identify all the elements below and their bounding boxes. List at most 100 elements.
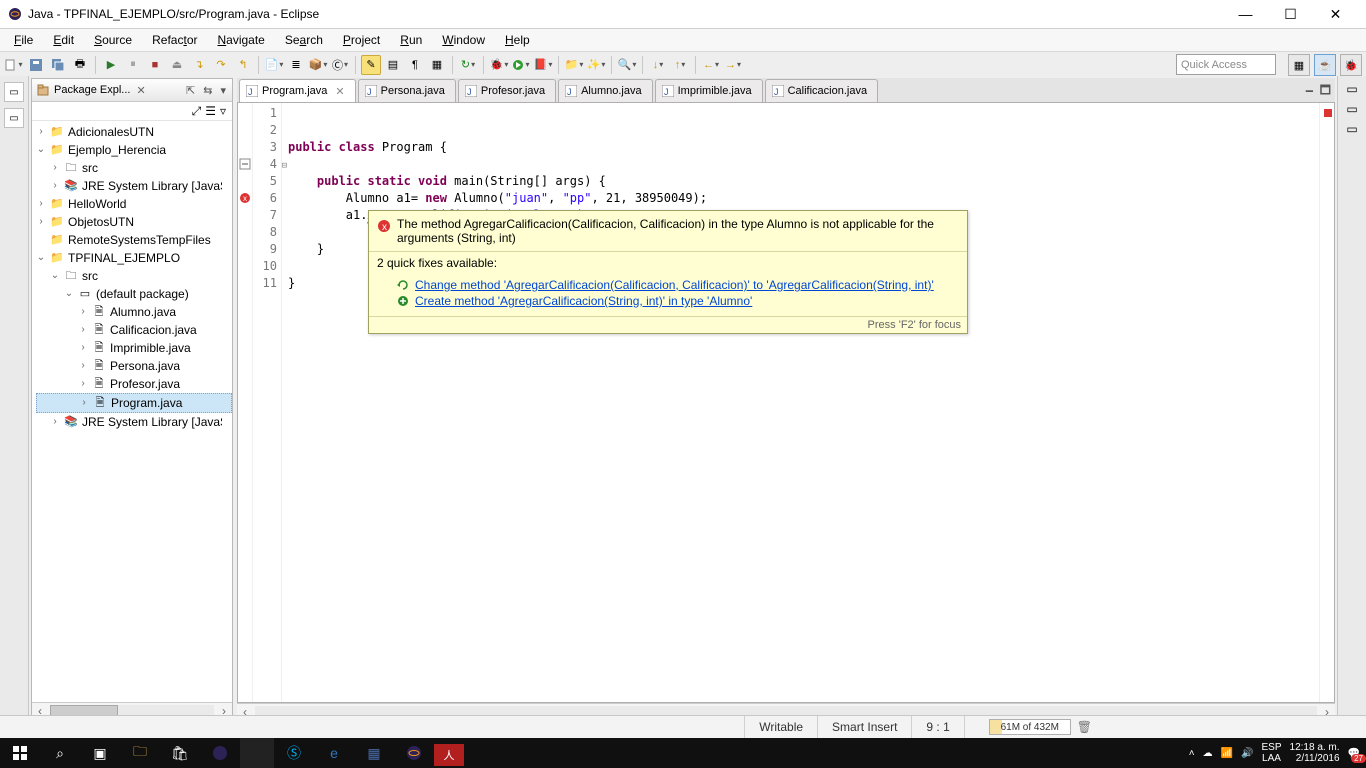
open-type-button[interactable]: 📄 — [264, 55, 284, 75]
back-button[interactable]: ← — [701, 55, 721, 75]
show-grid-button[interactable]: ▦ — [427, 55, 447, 75]
editor-tab-program[interactable]: J Program.java ✕ — [239, 79, 356, 102]
toggle-block-button[interactable]: ▤ — [383, 55, 403, 75]
toggle-mark-button[interactable]: ✎ — [361, 55, 381, 75]
tree-item[interactable]: JRE System Library [JavaSE-1.8] — [82, 177, 222, 195]
quickfix-change-method[interactable]: Change method 'AgregarCalificacion(Calif… — [397, 278, 959, 292]
tab-close-icon[interactable]: ✕ — [136, 84, 145, 97]
debug-pause-button[interactable]: ⏸ — [123, 55, 143, 75]
tree-item-selected[interactable]: Program.java — [111, 394, 182, 412]
editor-tab-profesor[interactable]: JProfesor.java — [458, 79, 556, 102]
fold-expand-icon[interactable] — [239, 158, 251, 170]
menu-window[interactable]: Window — [432, 31, 495, 49]
minimized-view-button-e[interactable]: ▭ — [1346, 122, 1357, 136]
eclipse2-button[interactable] — [394, 738, 434, 768]
overview-ruler[interactable] — [1319, 103, 1334, 702]
taskview-button[interactable]: ▣ — [80, 738, 120, 768]
menu-help[interactable]: Help — [495, 31, 540, 49]
show-whitespace-button[interactable]: ¶ — [405, 55, 425, 75]
maximize-view-button[interactable]: 🗖 — [1320, 81, 1331, 102]
new-class-button[interactable]: Ⓒ — [330, 55, 350, 75]
tree-item[interactable]: src — [82, 159, 98, 177]
menu-search[interactable]: Search — [275, 31, 333, 49]
adobe-reader-button[interactable]: 人 — [434, 744, 464, 766]
java-perspective-button[interactable]: ☕ — [1314, 54, 1336, 76]
menu-run[interactable]: Run — [390, 31, 432, 49]
editor-tab-alumno[interactable]: JAlumno.java — [558, 79, 653, 102]
next-annotation-button[interactable]: ↓ — [648, 55, 668, 75]
app1-button[interactable] — [240, 738, 274, 768]
tray-region[interactable]: LAA — [1262, 753, 1282, 764]
menu-refactor[interactable]: Refactor — [142, 31, 207, 49]
close-icon[interactable]: ✕ — [335, 85, 344, 98]
minimize-button[interactable]: — — [1223, 0, 1268, 28]
minimized-view-button-d[interactable]: ▭ — [1346, 102, 1357, 116]
minimized-view-button-b[interactable]: ▭ — [4, 108, 24, 128]
tree-item[interactable]: Persona.java — [110, 357, 180, 375]
build-button[interactable]: ↻ — [458, 55, 478, 75]
debug-button[interactable]: 🐞 — [489, 55, 509, 75]
new-button[interactable] — [4, 55, 24, 75]
step-over-button[interactable]: ↷ — [211, 55, 231, 75]
run-button[interactable] — [511, 55, 531, 75]
debug-perspective-button[interactable]: 🐞 — [1340, 54, 1362, 76]
new-java-button[interactable]: 📦 — [308, 55, 328, 75]
new-package-button[interactable]: 📁 — [564, 55, 584, 75]
toggle-breadcrumb-button[interactable]: ≣ — [286, 55, 306, 75]
new-annotation-button[interactable]: ✨ — [586, 55, 606, 75]
tree-item[interactable]: RemoteSystemsTempFiles — [68, 231, 211, 249]
tree-item[interactable]: TPFINAL_EJEMPLO — [68, 249, 180, 267]
save-button[interactable] — [26, 55, 46, 75]
devcpp-button[interactable]: ▦ — [354, 738, 394, 768]
editor-tab-persona[interactable]: JPersona.java — [358, 79, 456, 102]
start-button[interactable] — [0, 738, 40, 768]
menu-source[interactable]: Source — [84, 31, 142, 49]
step-return-button[interactable]: ↰ — [233, 55, 253, 75]
gc-trash-icon[interactable]: 🗑 — [1077, 720, 1092, 734]
editor-tab-calificacion[interactable]: JCalificacion.java — [765, 79, 878, 102]
tray-network-icon[interactable]: 📶 — [1221, 748, 1233, 759]
focus-button[interactable]: ⤢ — [192, 104, 202, 119]
menu-project[interactable]: Project — [333, 31, 390, 49]
minimized-view-button-c[interactable]: ▭ — [1346, 82, 1357, 96]
tree-item[interactable]: Ejemplo_Herencia — [68, 141, 166, 159]
tray-volume-icon[interactable]: 🔊 — [1241, 748, 1253, 759]
forward-button[interactable]: → — [723, 55, 743, 75]
debug-resume-button[interactable]: ▶ — [101, 55, 121, 75]
skype-button[interactable]: Ⓢ — [274, 738, 314, 768]
link-editor-button[interactable]: ⇆ — [201, 84, 214, 97]
tree-item[interactable]: (default package) — [96, 285, 189, 303]
print-button[interactable]: 🖶 — [70, 55, 90, 75]
run-external-button[interactable]: 📕 — [533, 55, 553, 75]
tree-item[interactable]: Imprimible.java — [110, 339, 191, 357]
tray-clock[interactable]: 12:18 a. m. 2/11/2016 — [1290, 742, 1340, 764]
view-menu-button[interactable]: ▾ — [218, 84, 228, 97]
filter-button[interactable]: ☰ — [205, 104, 216, 118]
tray-notifications-icon[interactable]: 💬27 — [1348, 748, 1360, 759]
minimize-view-button[interactable]: 🗕 — [1305, 81, 1314, 102]
error-marker-icon[interactable]: x — [239, 192, 251, 204]
package-explorer-tree[interactable]: ›📁AdicionalesUTN ⌄📁Ejemplo_Herencia ›🗀sr… — [32, 121, 232, 702]
overview-error-marker[interactable] — [1324, 109, 1332, 117]
tree-item[interactable]: HelloWorld — [68, 195, 126, 213]
debug-disconnect-button[interactable]: ⏏ — [167, 55, 187, 75]
search-button[interactable]: ⌕ — [40, 738, 80, 768]
tree-item[interactable]: src — [82, 267, 98, 285]
maximize-button[interactable]: ☐ — [1268, 0, 1313, 28]
open-perspective-button[interactable]: ▦ — [1288, 54, 1310, 76]
quickfix-create-method[interactable]: Create method 'AgregarCalificacion(Strin… — [397, 294, 959, 308]
tree-item[interactable]: JRE System Library [JavaSE-1.8] — [82, 413, 222, 431]
collapse-all-button[interactable]: ⇱ — [184, 84, 197, 97]
eclipse-taskbar-button[interactable] — [200, 738, 240, 768]
save-all-button[interactable] — [48, 55, 68, 75]
package-explorer-tab[interactable]: Package Expl... ✕ ⇱ ⇆ ▾ — [32, 79, 232, 102]
code-editor[interactable]: public class Program { public static voi… — [282, 103, 1319, 702]
store-button[interactable]: 🛍 — [160, 738, 200, 768]
debug-stop-button[interactable]: ■ — [145, 55, 165, 75]
tree-item[interactable]: Profesor.java — [110, 375, 180, 393]
close-button[interactable]: ✕ — [1313, 0, 1358, 28]
menu-file[interactable]: File — [4, 31, 43, 49]
quick-access-input[interactable]: Quick Access — [1176, 54, 1276, 75]
tree-item[interactable]: ObjetosUTN — [68, 213, 134, 231]
error-ruler[interactable]: x — [238, 103, 253, 702]
